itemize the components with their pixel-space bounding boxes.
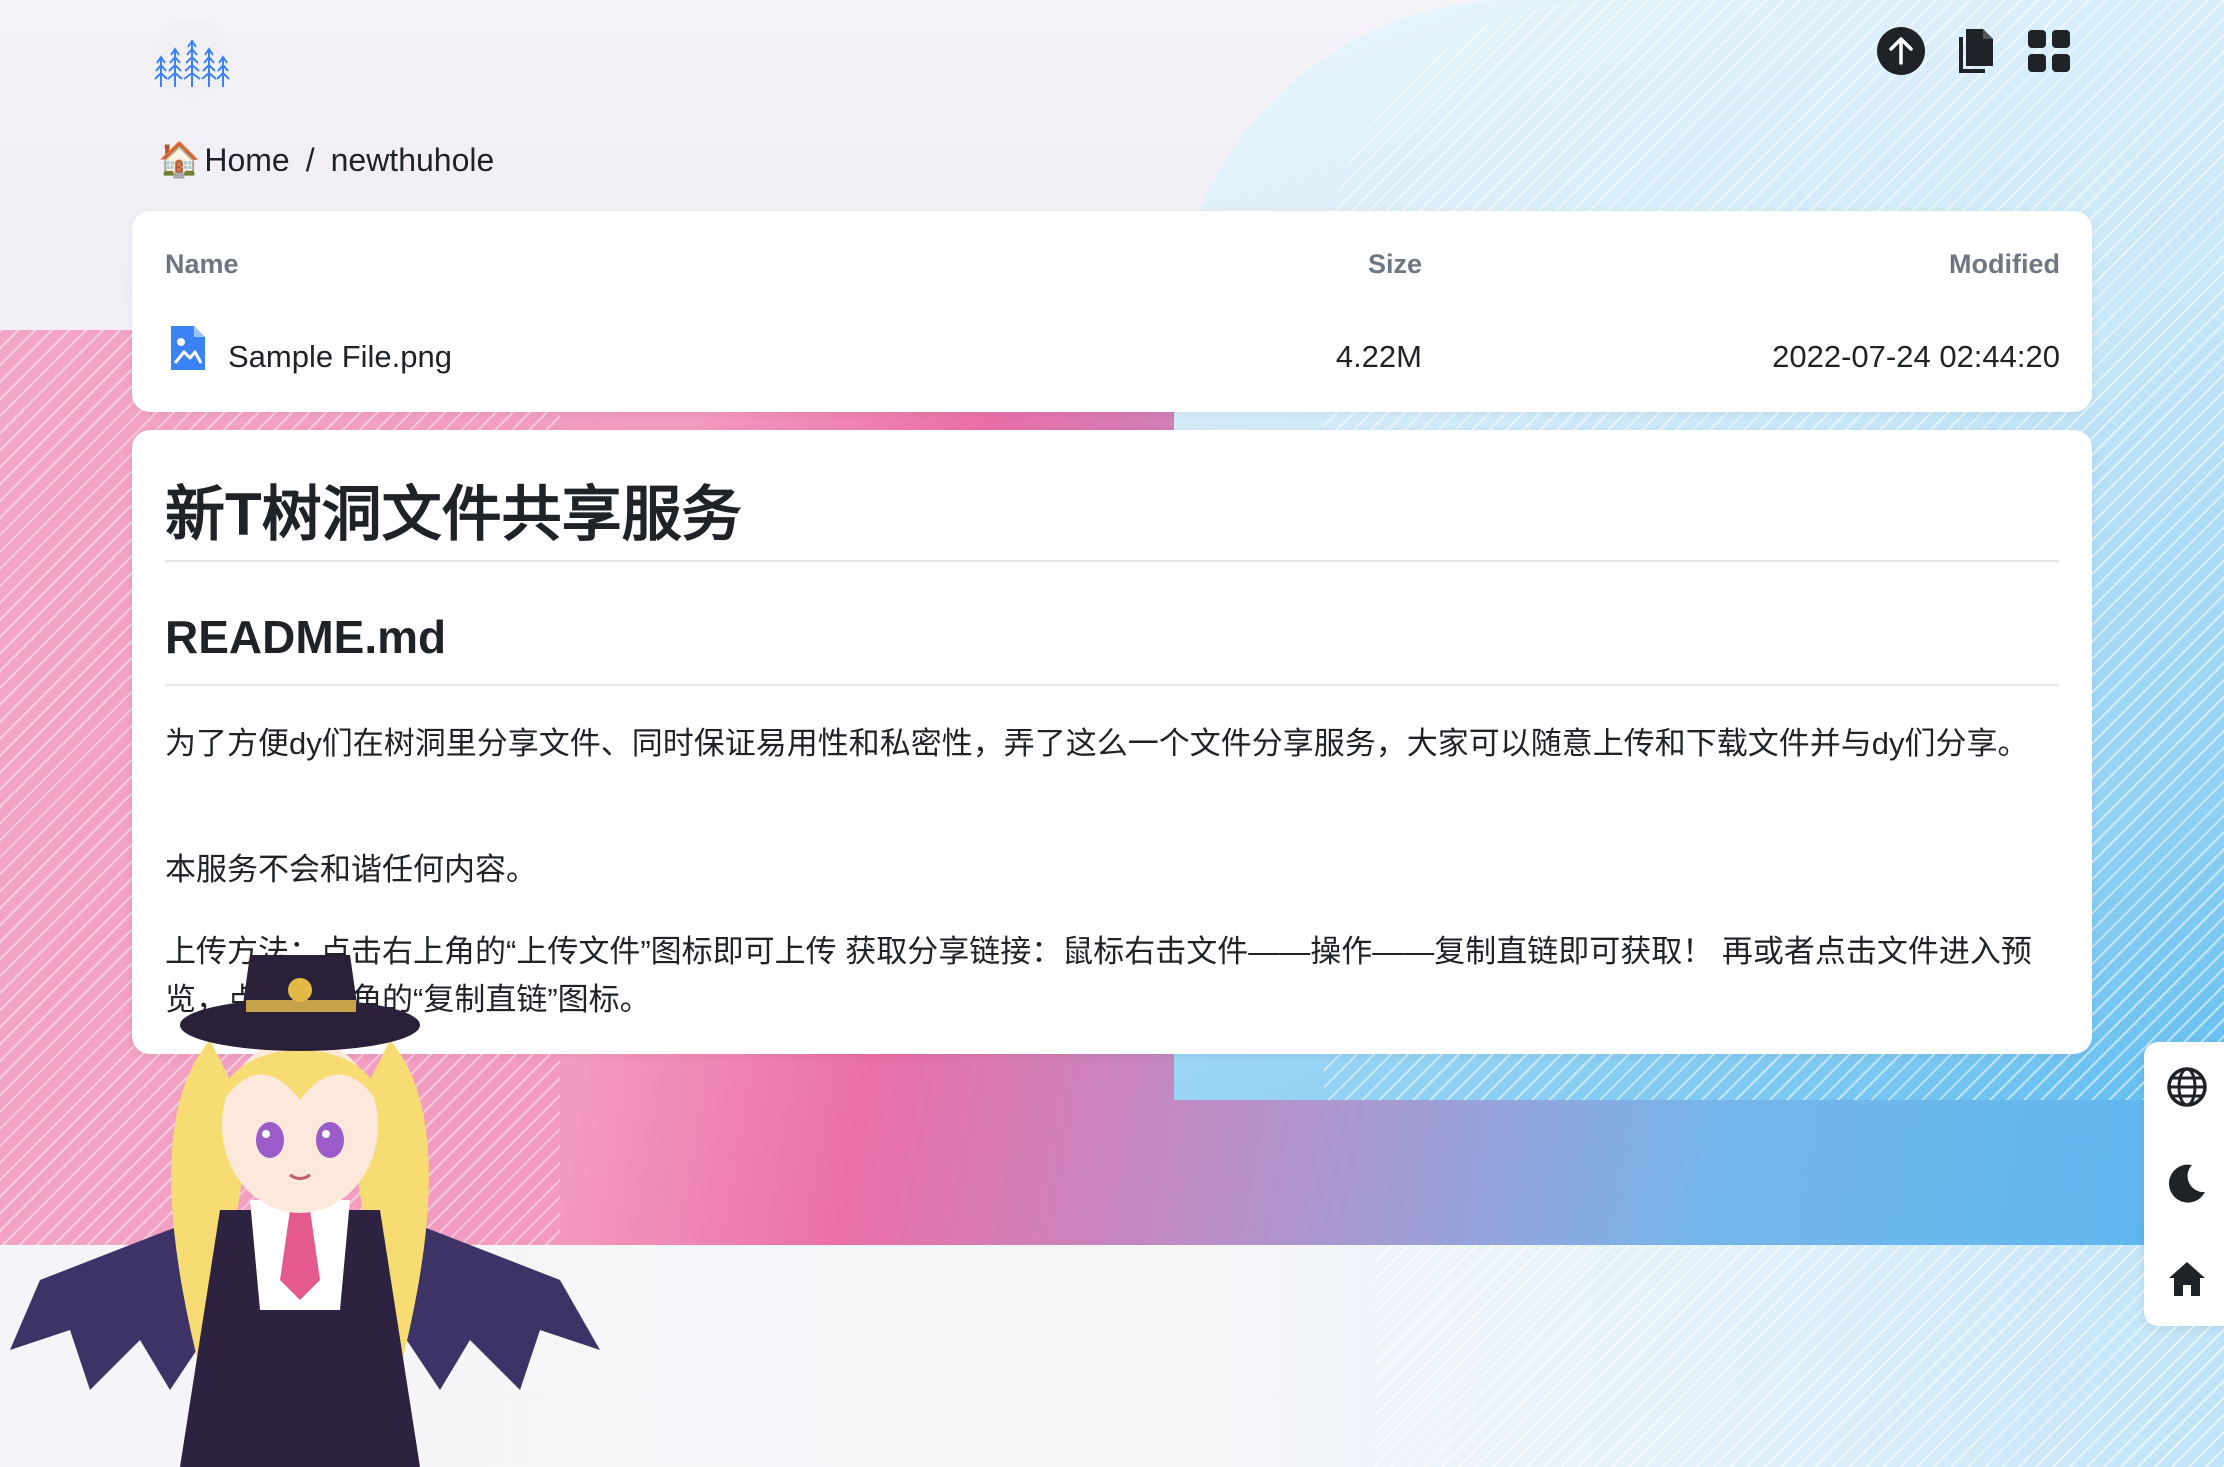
globe-icon bbox=[2167, 1067, 2207, 1107]
readme-filename: README.md bbox=[165, 611, 447, 663]
forest-logo-icon[interactable] bbox=[150, 18, 234, 102]
dark-mode-button[interactable] bbox=[2162, 1158, 2212, 1208]
file-modified: 2022-07-24 02:44:20 bbox=[1772, 339, 2060, 374]
column-header-size[interactable]: Size bbox=[1368, 249, 1422, 280]
copy-links-button[interactable] bbox=[1948, 24, 2002, 78]
column-header-modified[interactable]: Modified bbox=[1949, 249, 2060, 280]
background-stripes-bottom bbox=[1374, 1245, 2224, 1467]
readme-title: 新T树洞文件共享服务 bbox=[165, 481, 742, 548]
breadcrumb-separator: / bbox=[305, 141, 315, 178]
column-header-name[interactable]: Name bbox=[165, 249, 239, 280]
image-file-icon bbox=[171, 326, 205, 370]
file-name: Sample File.png bbox=[228, 339, 453, 374]
moon-icon bbox=[2168, 1164, 2205, 1203]
side-toolbar bbox=[2144, 1042, 2224, 1326]
language-button[interactable] bbox=[2162, 1062, 2212, 1112]
documents-icon bbox=[1959, 29, 1993, 73]
grid-icon bbox=[2028, 30, 2070, 72]
table-row[interactable]: Sample File.png 4.22M 2022-07-24 02:44:2… bbox=[132, 315, 2092, 395]
home-icon bbox=[2169, 1262, 2205, 1296]
readme-paragraph: 为了方便dy们在树洞里分享文件、同时保证易用性和私密性，弄了这么一个文件分享服务… bbox=[165, 726, 2029, 761]
home-button[interactable] bbox=[2162, 1254, 2212, 1304]
file-size: 4.22M bbox=[1335, 339, 1422, 374]
home-emoji-icon: 🏠 bbox=[158, 141, 201, 179]
mascot-character[interactable] bbox=[0, 950, 620, 1467]
divider bbox=[165, 560, 2059, 562]
divider bbox=[165, 684, 2059, 686]
breadcrumb-current[interactable]: newthuhole bbox=[331, 142, 495, 179]
upload-button[interactable] bbox=[1874, 24, 1928, 78]
breadcrumb-home-link[interactable]: Home bbox=[204, 142, 289, 179]
file-table: Name Size Modified Sample File.png 4.22M… bbox=[132, 211, 2092, 412]
view-switch-button[interactable] bbox=[2022, 24, 2076, 78]
top-actions bbox=[1874, 24, 2076, 78]
breadcrumb: 🏠 Home / newthuhole bbox=[158, 140, 494, 180]
readme-paragraph: 本服务不会和谐任何内容。 bbox=[165, 852, 537, 887]
arrow-up-circle-icon bbox=[1877, 27, 1925, 75]
